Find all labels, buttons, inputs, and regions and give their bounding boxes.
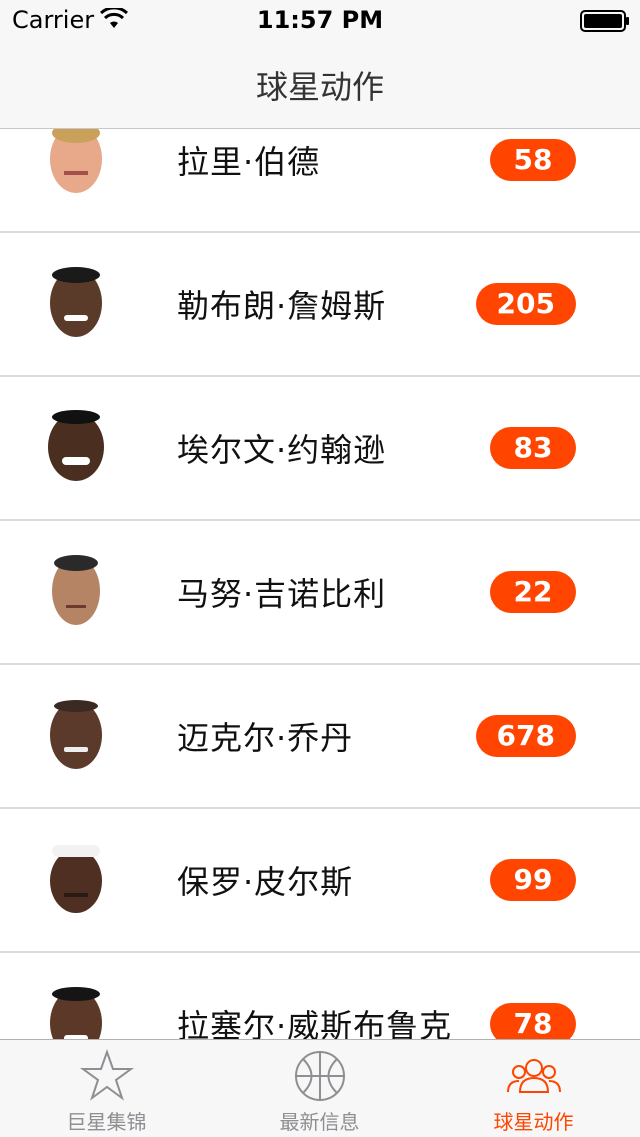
player-avatar — [38, 697, 114, 773]
player-avatar — [38, 409, 114, 485]
count-badge: 22 — [490, 571, 576, 613]
list-item[interactable]: 拉里·伯德 58 — [0, 129, 640, 233]
navigation-bar: 球星动作 — [0, 40, 640, 129]
player-list[interactable]: 拉里·伯德 58 勒布朗·詹姆斯 205 埃尔文·约翰逊 83 马努·吉诺比利 … — [0, 129, 640, 1039]
count-badge: 99 — [490, 859, 576, 901]
tab-superstar-highlights[interactable]: 巨星集锦 — [0, 1040, 213, 1137]
list-item[interactable]: 埃尔文·约翰逊 83 — [0, 377, 640, 521]
list-item[interactable]: 勒布朗·詹姆斯 205 — [0, 233, 640, 377]
tab-label: 最新信息 — [279, 1110, 360, 1134]
count-badge: 205 — [475, 283, 576, 325]
player-name: 拉塞尔·威斯布鲁克 — [177, 1007, 453, 1039]
count-badge: 83 — [490, 427, 576, 469]
player-name: 保罗·皮尔斯 — [177, 863, 354, 901]
list-item[interactable]: 迈克尔·乔丹 678 — [0, 665, 640, 809]
battery-icon — [580, 10, 629, 32]
player-avatar — [38, 841, 114, 917]
count-badge: 78 — [490, 1003, 576, 1039]
star-icon — [79, 1048, 134, 1101]
list-item[interactable]: 拉塞尔·威斯布鲁克 78 — [0, 953, 640, 1039]
player-name: 勒布朗·詹姆斯 — [177, 287, 387, 325]
count-badge: 58 — [490, 139, 576, 181]
player-name: 迈克尔·乔丹 — [177, 719, 354, 757]
page-title: 球星动作 — [255, 68, 384, 106]
player-avatar — [38, 129, 114, 197]
tab-player-moves[interactable]: 球星动作 — [427, 1040, 640, 1137]
player-avatar — [38, 985, 114, 1039]
people-icon — [506, 1059, 561, 1093]
tab-label: 巨星集锦 — [66, 1110, 147, 1134]
status-time: 11:57 PM — [256, 6, 384, 34]
player-name: 埃尔文·约翰逊 — [177, 431, 387, 469]
player-name: 马努·吉诺比利 — [177, 575, 387, 613]
count-badge: 678 — [475, 715, 576, 757]
tab-bar: 巨星集锦 最新信息 球星动作 — [0, 1039, 640, 1137]
tab-latest-news[interactable]: 最新信息 — [213, 1040, 426, 1137]
tab-label: 球星动作 — [493, 1110, 574, 1134]
basketball-icon — [294, 1051, 345, 1101]
list-item[interactable]: 保罗·皮尔斯 99 — [0, 809, 640, 953]
status-bar: Carrier 11:57 PM — [0, 0, 640, 40]
list-item[interactable]: 马努·吉诺比利 22 — [0, 521, 640, 665]
player-avatar — [38, 553, 114, 629]
player-name: 拉里·伯德 — [177, 143, 321, 181]
player-avatar — [38, 265, 114, 341]
